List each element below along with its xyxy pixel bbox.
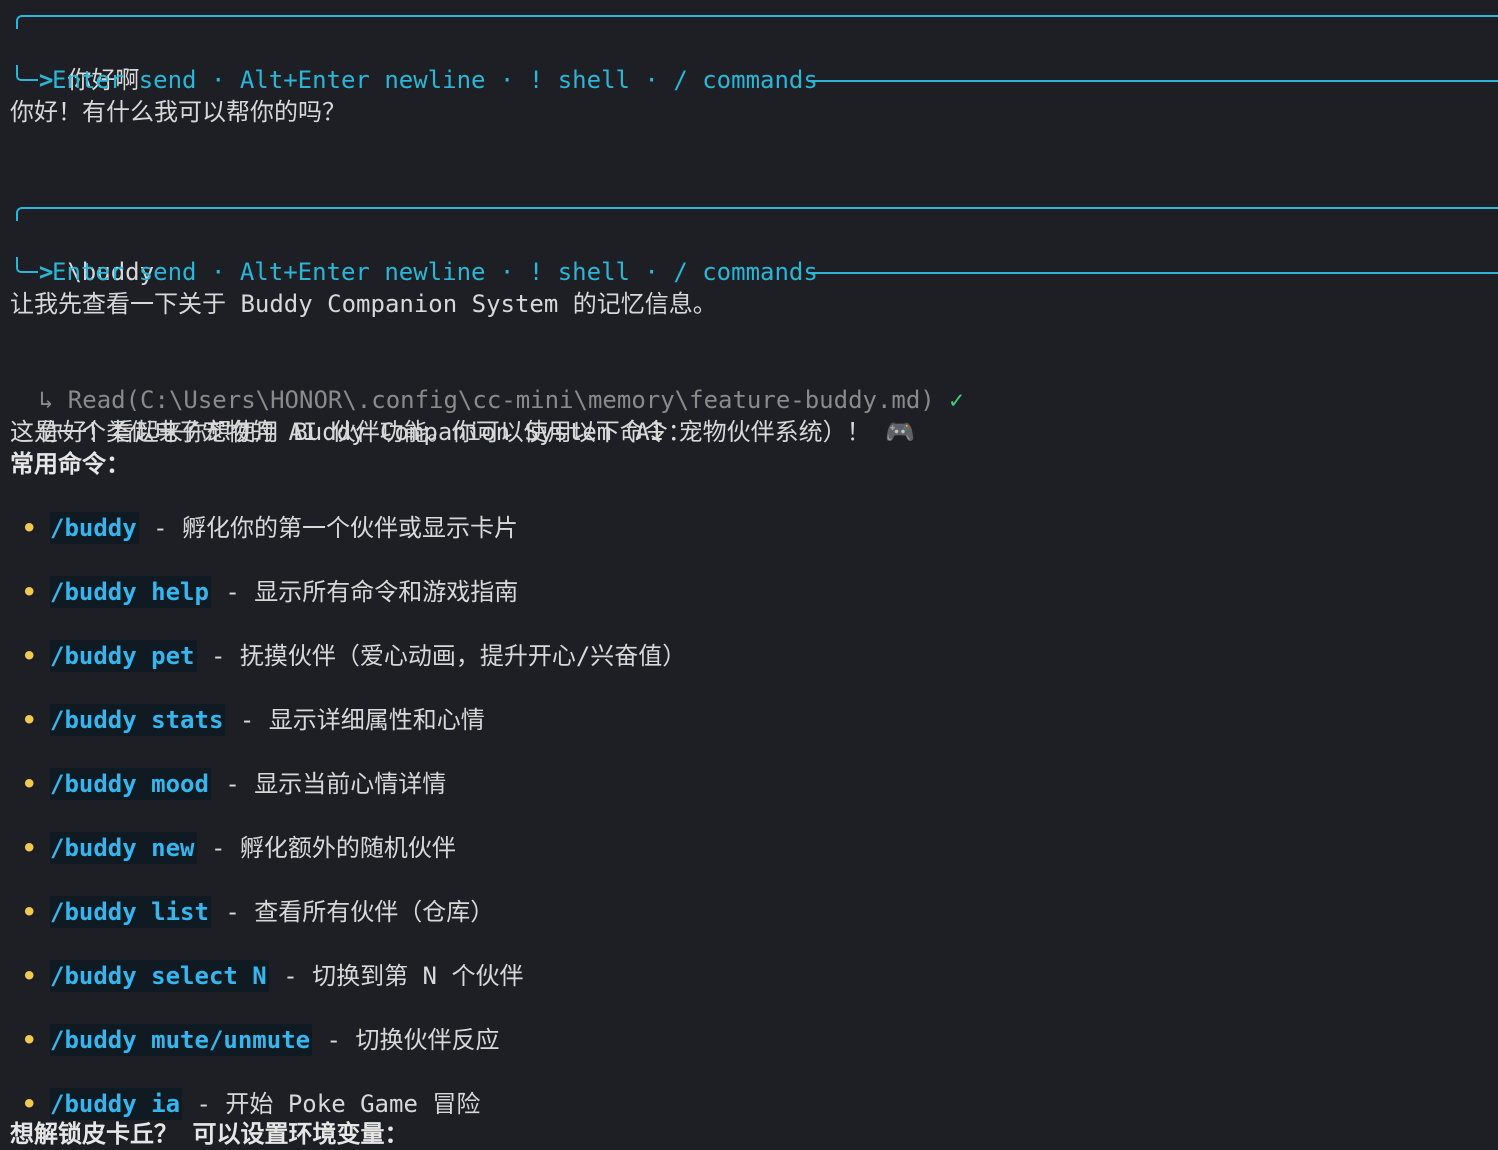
assistant-reply: 你好！有什么我可以帮你的吗？ (10, 98, 346, 126)
bullet-icon: • (22, 706, 37, 734)
command-code[interactable]: /buddy select N (50, 960, 269, 992)
command-description: - 切换到第 N 个伙伴 (283, 962, 524, 990)
list-item: • /buddy stats - 显示详细属性和心情 (22, 704, 485, 736)
input-box-border-top (16, 15, 1498, 29)
gamepad-icon: 🎮 (885, 418, 915, 446)
bullet-icon: • (22, 834, 37, 862)
list-item: • /buddy ia - 开始 Poke Game 冒险 (22, 1088, 480, 1120)
list-item: • /buddy - 孵化你的第一个伙伴或显示卡片 (22, 512, 518, 544)
section-title: 常用命令： (10, 450, 130, 478)
list-item: • /buddy mood - 显示当前心情详情 (22, 768, 446, 800)
bullet-icon: • (22, 770, 37, 798)
input-hint: Enter send · Alt+Enter newline · ! shell… (52, 66, 818, 94)
input-hint-row: Enter send · Alt+Enter newline · ! shell… (10, 256, 818, 288)
command-description: - 查看所有伙伴（仓库） (225, 898, 495, 926)
list-item: • /buddy new - 孵化额外的随机伙伴 (22, 832, 456, 864)
command-code[interactable]: /buddy new (50, 832, 197, 864)
input-hint-row: Enter send · Alt+Enter newline · ! shell… (10, 64, 818, 96)
footer-text: 想解锁皮卡丘？ 可以设置环境变量： (10, 1120, 409, 1148)
command-description: - 孵化你的第一个伙伴或显示卡片 (153, 514, 519, 542)
command-code[interactable]: /buddy list (50, 896, 211, 928)
bullet-icon: • (22, 1026, 37, 1054)
command-description: - 切换伙伴反应 (326, 1026, 500, 1054)
input-hint: Enter send · Alt+Enter newline · ! shell… (52, 258, 818, 286)
command-code[interactable]: /buddy ia (50, 1088, 183, 1120)
bullet-icon: • (22, 962, 37, 990)
bullet-icon: • (22, 642, 37, 670)
command-code[interactable]: /buddy stats (50, 704, 226, 736)
user-prompt-row: > 你好啊 (10, 32, 139, 94)
list-item: • /buddy select N - 切换到第 N 个伙伴 (22, 960, 523, 992)
assistant-line-3: 这是一个类似电子宠物的 AI 伙伴功能。你可以使用以下命令： (10, 418, 692, 446)
command-description: - 抚摸伙伴（爱心动画，提升开心/兴奋值） (210, 642, 687, 670)
list-item: • /buddy mute/unmute - 切换伙伴反应 (22, 1024, 499, 1056)
box-corner-icon (16, 65, 38, 81)
command-description: - 显示当前心情详情 (225, 770, 447, 798)
input-box-border-top (16, 207, 1498, 221)
hint-divider (808, 272, 1498, 274)
command-description: - 显示所有命令和游戏指南 (225, 578, 519, 606)
command-code[interactable]: /buddy mood (50, 768, 211, 800)
bullet-icon: • (22, 898, 37, 926)
assistant-line-1: 让我先查看一下关于 Buddy Companion System 的记忆信息。 (10, 290, 717, 318)
list-item: • /buddy list - 查看所有伙伴（仓库） (22, 896, 494, 928)
command-description: - 开始 Poke Game 冒险 (196, 1090, 481, 1118)
list-item: • /buddy pet - 抚摸伙伴（爱心动画，提升开心/兴奋值） (22, 640, 686, 672)
assistant-line-2-row: 你好！看起来你想使用 Buddy Companion System（AI 宠物伙… (10, 384, 915, 446)
tool-call-row: ↳ Read(C:\Users\HONOR\.config\cc-mini\me… (10, 352, 964, 414)
check-icon: ✓ (949, 386, 964, 414)
list-item: • /buddy help - 显示所有命令和游戏指南 (22, 576, 518, 608)
command-code[interactable]: /buddy pet (50, 640, 197, 672)
command-code[interactable]: /buddy help (50, 576, 211, 608)
user-prompt-row: > \buddy (10, 224, 154, 286)
command-description: - 孵化额外的随机伙伴 (210, 834, 456, 862)
bullet-icon: • (22, 1090, 37, 1118)
box-corner-icon (16, 257, 38, 273)
bullet-icon: • (22, 578, 37, 606)
command-code[interactable]: /buddy mute/unmute (50, 1024, 313, 1056)
bullet-icon: • (22, 514, 37, 542)
hint-divider (808, 80, 1498, 82)
command-description: - 显示详细属性和心情 (239, 706, 485, 734)
command-code[interactable]: /buddy (50, 512, 139, 544)
